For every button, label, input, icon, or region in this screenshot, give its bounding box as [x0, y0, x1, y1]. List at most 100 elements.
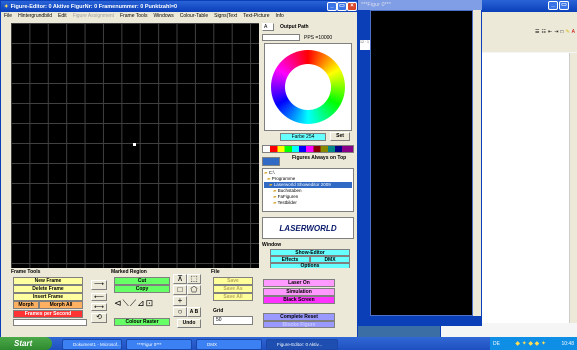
start-label: Start — [14, 339, 33, 348]
undo-button[interactable]: Undo — [177, 319, 201, 328]
app-icon: ✦ — [4, 3, 9, 10]
figur-window: ***Figur 0*** 12 · 1 — [358, 0, 482, 326]
text-tool-icon[interactable]: A B — [187, 307, 201, 317]
window-section-label: Window — [262, 242, 282, 248]
delete-frame-button[interactable]: Delete Frame — [13, 285, 83, 293]
new-frame-button[interactable]: New Frame — [13, 277, 83, 285]
tray-icons[interactable]: ◆ ✦ ◆ ◆ ✦ — [515, 340, 546, 347]
frame-tools-label: Frame Tools — [11, 269, 41, 275]
menu-item-hintergrundbild[interactable]: Hintergrundbild — [18, 13, 52, 19]
font-color-icon[interactable]: A — [572, 29, 575, 35]
simulation-button[interactable]: Simulation — [263, 288, 335, 296]
file-section-label: File — [211, 269, 220, 275]
system-tray: DE ◆ ✦ ◆ ◆ ✦ 10:48 — [490, 337, 577, 350]
menu-item-file[interactable]: File — [4, 13, 12, 19]
tree-item-label: Testbilder — [277, 200, 297, 205]
black-screen-button[interactable]: Black Screen — [263, 296, 335, 304]
drive-select[interactable] — [262, 157, 280, 166]
list-icon[interactable]: ☰ — [535, 29, 539, 35]
taskbar-item-label: Figure-Editor: 0 Aktiv... — [277, 342, 323, 347]
laser-on-button[interactable]: Laser On — [263, 279, 335, 287]
marked-region-label: Marked Region — [111, 269, 147, 275]
swap-frame-icon[interactable]: ⟷ — [91, 303, 107, 311]
border-icon[interactable]: □ — [560, 29, 563, 35]
figur-title: ***Figur 0*** — [361, 2, 391, 8]
figur-titlebar: ***Figur 0*** — [358, 0, 482, 10]
cross-tool-icon[interactable]: + — [173, 296, 187, 306]
folder-tree[interactable]: ▰ C:\ ▰ Programme ▰ Laserworld Showeditor … — [262, 168, 354, 212]
rectangle-tool-icon[interactable]: □ — [173, 285, 187, 295]
laser-blocked-button[interactable]: Blocke Figure — [263, 321, 335, 328]
save-button[interactable]: Save — [213, 277, 253, 285]
drawing-canvas[interactable] — [11, 23, 259, 268]
complete-reset-button[interactable]: Complete Reset — [263, 313, 335, 321]
loop-icon[interactable]: ⟲ — [91, 313, 107, 323]
prev-frame-icon[interactable]: ⟵ — [91, 293, 107, 301]
taskbar-item[interactable]: ***Figur 0*** — [126, 339, 192, 350]
show-editor-button[interactable]: Show-Editor — [270, 249, 350, 256]
circle-tool-icon[interactable]: ○ — [173, 307, 187, 317]
pps-slider[interactable] — [262, 34, 300, 41]
taskbar-item[interactable]: Figure-Editor: 0 Aktiv... — [266, 339, 338, 350]
menu-item-frame-tools[interactable]: Frame Tools — [120, 13, 147, 19]
figur-canvas[interactable] — [370, 10, 473, 316]
highlight-icon[interactable]: ✎ — [565, 29, 569, 35]
indent-icon[interactable]: ⇤ — [548, 29, 552, 35]
start-button[interactable]: Start — [0, 337, 52, 350]
language-indicator[interactable]: DE — [493, 341, 500, 347]
clock: 10:48 — [561, 340, 574, 347]
maximize-button[interactable]: ▭ — [337, 2, 347, 11]
menu-item-colour-table[interactable]: Colour-Table — [180, 13, 208, 19]
grid-label: Grid — [213, 308, 224, 314]
output-path-label: Output Path — [280, 24, 309, 30]
figur-ruler: 12 · 1 — [360, 40, 370, 50]
colour-raster-button[interactable]: Colour Raster — [114, 318, 170, 326]
output-select[interactable]: A — [262, 23, 274, 31]
menu-item-text-picture[interactable]: Text-Picture — [243, 13, 269, 19]
tree-item-label: Programme — [271, 176, 296, 181]
color-palette[interactable] — [262, 145, 354, 153]
center-crosshair — [133, 143, 136, 146]
figur-scrollbar[interactable] — [473, 10, 481, 316]
transform-tools[interactable]: ⊲⟍⟋⊿⊡ — [114, 298, 170, 310]
frame-scrollbar[interactable] — [13, 319, 87, 326]
cut-button[interactable]: Cut — [114, 277, 170, 285]
taskbar-item-label: Dokument1 - Microsof... — [73, 342, 121, 347]
taskbar-item[interactable]: DMX — [196, 339, 262, 350]
effects-button[interactable]: Effects — [270, 256, 310, 263]
taskbar: Start Dokument1 - Microsof... ***Figur 0*… — [0, 337, 577, 350]
farbe-value: Farbe 254 — [280, 133, 326, 141]
tree-item-label: Laserworld Showeditor 2009 — [273, 182, 331, 187]
set-button[interactable]: Set — [330, 132, 350, 141]
menu-item-signs-text[interactable]: Signs|Text — [214, 13, 237, 19]
outdent-icon[interactable]: ⇥ — [554, 29, 558, 35]
pentagon-tool-icon[interactable]: ⬠ — [187, 285, 201, 295]
menu-item-figure-assignment[interactable]: Figure Assignment — [73, 13, 114, 19]
pps-label: PPS =10000 — [304, 35, 333, 41]
word-maximize-button[interactable]: ▭ — [559, 1, 569, 10]
taskbar-item[interactable]: Dokument1 - Microsof... — [62, 339, 122, 350]
save-all-button[interactable]: Save All — [213, 293, 253, 301]
polygon-tool-icon[interactable]: ⊼ — [173, 274, 187, 284]
morph-all-button[interactable]: Morph All — [39, 301, 83, 309]
morph-button[interactable]: Morph — [13, 301, 39, 309]
color-wheel[interactable] — [264, 43, 352, 131]
numbered-list-icon[interactable]: ☷ — [542, 29, 546, 35]
logo-text: LASERWORLD — [279, 223, 337, 233]
menu-item-info[interactable]: Info — [276, 13, 284, 19]
word-minimize-button[interactable]: _ — [548, 1, 558, 10]
dmx-button[interactable]: DMX — [310, 256, 350, 263]
save-as-button[interactable]: Save As — [213, 285, 253, 293]
tree-item[interactable]: ▰ Testbilder — [264, 200, 352, 206]
close-button[interactable]: × — [347, 2, 357, 11]
copy-button[interactable]: Copy — [114, 285, 170, 293]
selection-tool-icon[interactable]: ⬚ — [187, 274, 201, 284]
menu-item-edit[interactable]: Edit — [58, 13, 67, 19]
grid-input[interactable]: 50 — [213, 316, 253, 325]
next-frame-icon[interactable]: ⟶ — [91, 280, 107, 290]
minimize-button[interactable]: _ — [327, 2, 337, 11]
menu-item-windows[interactable]: Windows — [153, 13, 173, 19]
word-scrollbar[interactable] — [569, 53, 577, 323]
taskbar-item-label: DMX — [207, 342, 217, 347]
insert-frame-button[interactable]: Insert Frame — [13, 293, 83, 301]
